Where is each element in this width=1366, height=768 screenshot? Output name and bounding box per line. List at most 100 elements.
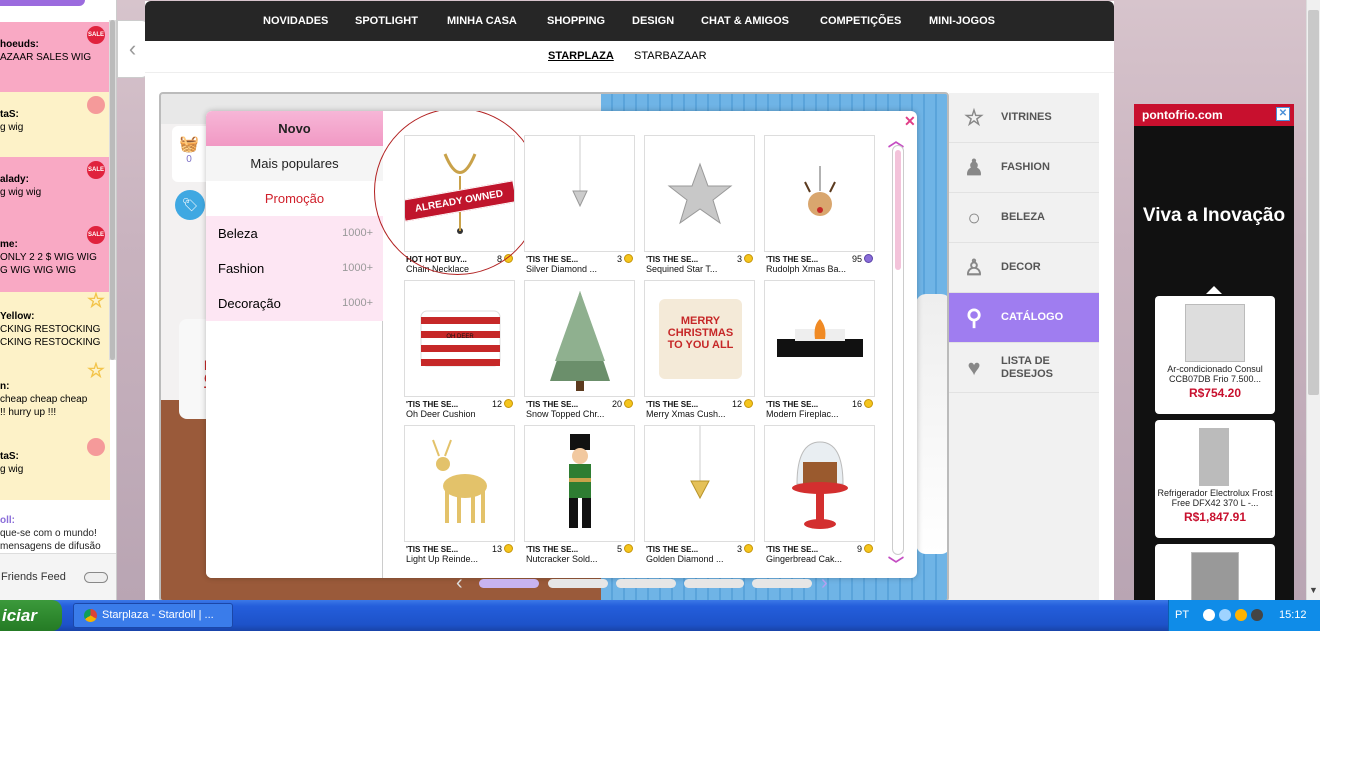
menu-beleza[interactable]: ○ BELEZA [949,193,1099,243]
item-image[interactable]: ALREADY OWNED [404,135,515,252]
advertisement[interactable]: pontofrio.com ✕ Viva a Inovação Ar-condi… [1134,104,1294,600]
item-card[interactable]: 'TIS THE SE... 20 Snow Topped Chr... [524,280,635,420]
chat-message[interactable]: taS: g wig [0,434,110,500]
item-image[interactable] [644,425,755,542]
tag-button[interactable]: 🏷 [175,190,205,220]
item-image[interactable] [764,280,875,397]
chat-message[interactable]: hoeuds: AZAAR SALES WIG SALE [0,22,110,92]
chat-scrollbar[interactable] [109,20,116,360]
item-image[interactable] [764,425,875,542]
item-card[interactable]: 'TIS THE SE... 3 Sequined Star T... [644,135,755,275]
nav-chat-amigos[interactable]: CHAT & AMIGOS [701,1,789,41]
chat-message[interactable]: n: cheap cheap cheap !! hurry up !!! ☆ [0,362,110,434]
ad-close-icon[interactable]: ✕ [1276,107,1290,121]
chat-message[interactable]: oll: que-se com o mundo! mensagens de di… [0,512,110,552]
item-price: 8 [497,254,513,264]
item-card[interactable]: MERRY CHRISTMAS TO YOU ALL 'TIS THE SE..… [644,280,755,420]
chat-scroll-thumb[interactable] [110,20,115,360]
page-dot-2[interactable] [548,579,608,588]
chat-message[interactable]: taS: g wig [0,92,110,157]
category-beleza[interactable]: Beleza 1000+ [206,216,383,251]
item-card[interactable]: 'TIS THE SE... 5 Nutcracker Sold... [524,425,635,565]
nav-minha-casa[interactable]: MINHA CASA [447,1,517,41]
collapse-chat-button[interactable]: ‹ [117,20,148,78]
friends-feed-toggle[interactable] [84,572,108,583]
nav-mini-jogos[interactable]: MINI-JOGOS [929,1,995,41]
nav-spotlight[interactable]: SPOTLIGHT [355,1,418,41]
item-image[interactable] [524,280,635,397]
chat-message[interactable]: Yellow: CKING RESTOCKING CKING RESTOCKIN… [0,292,110,362]
page-dot-1[interactable] [479,579,539,588]
item-card[interactable]: OH DEER 'TIS THE SE... 12 Oh Deer Cushio… [404,280,515,420]
item-image[interactable] [644,135,755,252]
page-scroll-thumb[interactable] [1308,10,1319,395]
menu-lista-de-desejos[interactable]: ♥ LISTA DE DESEJOS [949,343,1099,393]
close-dialog-button[interactable]: ✕ [904,113,916,130]
menu-vitrines[interactable]: ☆ VITRINES [949,93,1099,143]
ad-product[interactable]: Ar-condicionado Consul CCB07DB Frio 7.50… [1155,296,1275,414]
shopping-basket-button[interactable]: 🧺 0 [172,126,206,182]
page-dot-3[interactable] [616,579,676,588]
nav-shopping[interactable]: SHOPPING [547,1,605,41]
category-label: Decoração [218,296,281,311]
ad-product[interactable] [1155,544,1275,600]
nav-novidades[interactable]: NOVIDADES [263,1,328,41]
coin-icon [504,399,513,408]
page-scrollbar[interactable]: ▼ [1306,0,1320,600]
item-image[interactable] [524,135,635,252]
tab-mais-populares[interactable]: Mais populares [206,146,383,181]
item-seller: 'TIS THE SE... [766,545,819,554]
coin-icon [744,399,753,408]
tab-promocao[interactable]: Promoção [206,181,383,216]
catalog-scroll-thumb[interactable] [895,150,901,270]
item-card[interactable]: 'TIS THE SE... 95 Rudolph Xmas Ba... [764,135,875,275]
scroll-down-arrow-icon[interactable]: ▼ [1309,585,1318,595]
category-fashion[interactable]: Fashion 1000+ [206,251,383,286]
scroll-down-button[interactable]: ﹀ [888,551,904,575]
item-image[interactable] [404,425,515,542]
tab-novo[interactable]: Novo [206,111,383,146]
menu-fashion[interactable]: ♟ FASHION [949,143,1099,193]
catalog-scrollbar[interactable] [892,145,904,555]
item-price: 12 [732,399,753,409]
subnav-starplaza[interactable]: STARPLAZA [548,50,614,62]
chrome-tray-icon[interactable] [1235,609,1247,621]
ad-product[interactable]: Refrigerador Electrolux Frost Free DFX42… [1155,420,1275,538]
menu-catalogo[interactable]: ⚲ CATÁLOGO [949,293,1099,343]
chat-text: cheap cheap cheap [0,394,88,405]
ad-product-image [1199,428,1229,486]
update-icon[interactable] [1251,609,1263,621]
language-indicator[interactable]: PT [1175,609,1189,621]
taskbar-window-button[interactable]: Starplaza - Stardoll | ... [73,603,233,628]
item-image[interactable] [764,135,875,252]
chat-message[interactable]: alady: g wig wig SALE [0,157,110,222]
next-page-arrow-icon[interactable]: › [821,572,828,595]
item-seller: 'TIS THE SE... [526,545,579,554]
subnav-starbazaar[interactable]: STARBAZAAR [634,50,707,62]
item-image[interactable]: OH DEER [404,280,515,397]
item-image[interactable]: MERRY CHRISTMAS TO YOU ALL [644,280,755,397]
network-icon[interactable] [1219,609,1231,621]
nav-competicoes[interactable]: COMPETIÇÕES [820,1,901,41]
modern-fireplace-art [777,319,863,357]
page-dot-5[interactable] [752,579,812,588]
chat-user: oll: [0,515,15,526]
item-card[interactable]: 'TIS THE SE... 3 Silver Diamond ... [524,135,635,275]
ad-product-price: R$1,847.91 [1183,510,1247,524]
chat-message[interactable]: me: ONLY 2 2 $ WIG WIG G WIG WIG WIG SAL… [0,222,110,292]
page-dot-4[interactable] [684,579,744,588]
item-card[interactable]: 'TIS THE SE... 3 Golden Diamond ... [644,425,755,565]
item-card[interactable]: 'TIS THE SE... 9 Gingerbread Cak... [764,425,875,565]
chat-user: n: [0,381,10,392]
item-card[interactable]: 'TIS THE SE... 13 Light Up Reinde... [404,425,515,565]
chat-text: mensagens de difusão [0,541,101,552]
nav-design[interactable]: DESIGN [632,1,674,41]
item-card[interactable]: 'TIS THE SE... 16 Modern Fireplac... [764,280,875,420]
menu-decor[interactable]: ♙ DECOR [949,243,1099,293]
start-button[interactable]: iciar [0,600,62,631]
item-card[interactable]: ALREADY OWNED HOT HOT BUY... 8 Chain Nec… [404,135,515,275]
prev-page-arrow-icon[interactable]: ‹ [456,572,463,595]
tray-arrow-icon[interactable] [1203,609,1215,621]
item-image[interactable] [524,425,635,542]
category-decoracao[interactable]: Decoração 1000+ [206,286,383,321]
